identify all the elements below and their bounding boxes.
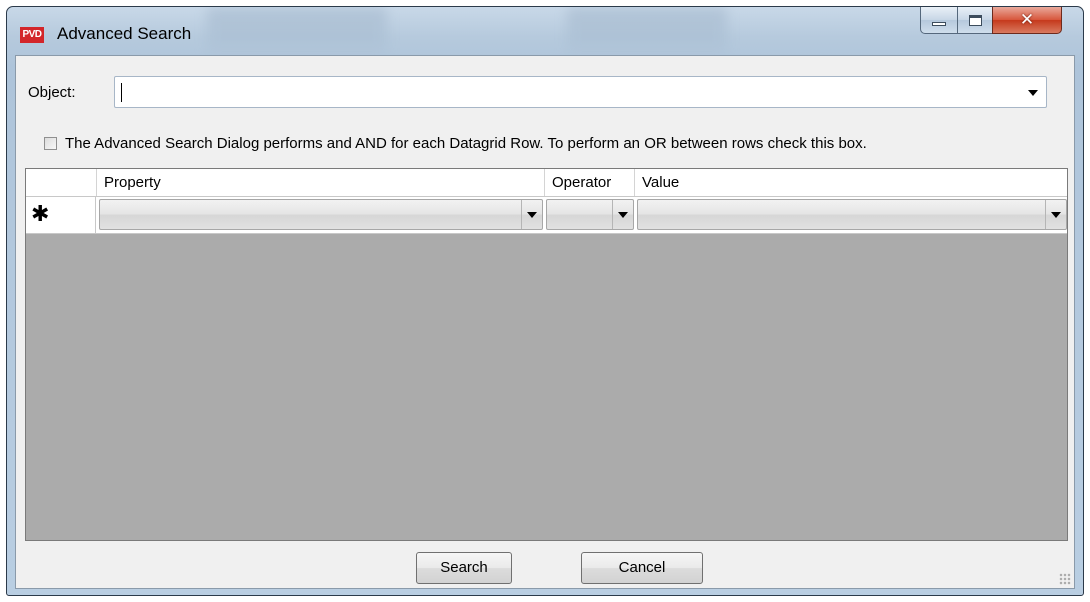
close-icon: ✕ (1019, 10, 1035, 30)
text-caret (121, 83, 122, 102)
column-header-value[interactable]: Value (635, 169, 1067, 196)
dropdown-arrow-icon[interactable] (612, 200, 633, 229)
object-label: Object: (28, 84, 76, 101)
resize-grip-icon[interactable] (1059, 573, 1071, 585)
row-header-corner (26, 169, 97, 196)
object-combobox[interactable] (114, 76, 1047, 108)
maximize-icon (968, 14, 982, 26)
close-button[interactable]: ✕ (992, 7, 1062, 34)
property-combobox[interactable] (99, 199, 543, 230)
criteria-datagrid[interactable]: Property Operator Value ✱ (25, 168, 1068, 541)
table-row: ✱ (26, 197, 1067, 234)
dropdown-arrow-icon[interactable] (1028, 90, 1038, 96)
title-bar[interactable]: PVD Advanced Search ✕ (7, 7, 1083, 55)
new-row-marker-icon[interactable]: ✱ (26, 197, 96, 233)
dropdown-arrow-icon[interactable] (1045, 200, 1066, 229)
column-header-property[interactable]: Property (97, 169, 545, 196)
advanced-search-window: PVD Advanced Search ✕ Object: The Advanc… (6, 6, 1084, 596)
dialog-body: Object: The Advanced Search Dialog perfo… (15, 55, 1075, 589)
value-combobox[interactable] (637, 199, 1067, 230)
grid-header: Property Operator Value (26, 169, 1067, 197)
maximize-button[interactable] (957, 7, 993, 34)
app-icon: PVD (20, 27, 44, 43)
dropdown-arrow-icon[interactable] (521, 200, 542, 229)
or-checkbox-label: The Advanced Search Dialog performs and … (65, 134, 867, 152)
cancel-button[interactable]: Cancel (581, 552, 703, 584)
or-option-row: The Advanced Search Dialog performs and … (44, 133, 867, 153)
column-header-operator[interactable]: Operator (545, 169, 635, 196)
search-button[interactable]: Search (416, 552, 512, 584)
or-checkbox[interactable] (44, 136, 57, 150)
window-title: Advanced Search (57, 24, 192, 43)
minimize-icon (932, 22, 946, 26)
operator-combobox[interactable] (546, 199, 634, 230)
minimize-button[interactable] (920, 7, 958, 34)
